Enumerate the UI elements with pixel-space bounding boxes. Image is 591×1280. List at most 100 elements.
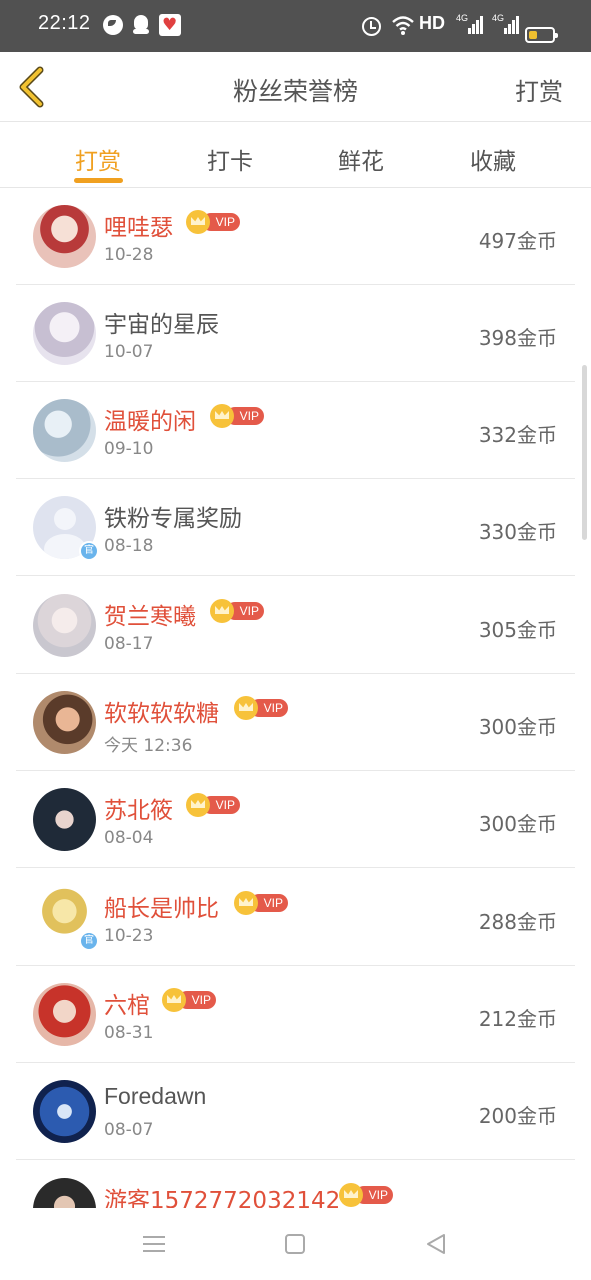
fan-name: 贺兰寒曦 <box>104 604 196 630</box>
divider <box>16 575 575 576</box>
vip-badge: VIP <box>234 696 288 720</box>
avatar[interactable] <box>33 1080 96 1143</box>
fan-name: 六棺 <box>104 993 150 1019</box>
fan-coins: 288金币 <box>478 910 557 934</box>
fan-coins: 200金币 <box>478 1104 557 1128</box>
fan-date: 08-18 <box>104 536 154 556</box>
system-nav-bar <box>0 1208 591 1280</box>
back-triangle-icon[interactable] <box>425 1233 447 1255</box>
fan-date: 09-10 <box>104 439 154 459</box>
official-badge: 官 <box>79 541 99 561</box>
crown-icon <box>339 1183 363 1207</box>
vip-badge: VIP <box>186 793 240 817</box>
list-item[interactable]: 贺兰寒曦 VIP 08-17 305金币 <box>0 577 591 674</box>
signal-icon-2: 4G <box>492 13 519 37</box>
crown-icon <box>162 988 186 1012</box>
list-item[interactable]: 官 船长是帅比 VIP 10-23 288金币 <box>0 869 591 966</box>
list-item[interactable]: 温暖的闲 VIP 09-10 332金币 <box>0 382 591 479</box>
signal-icon: 4G <box>456 13 483 37</box>
vip-badge: VIP <box>234 891 288 915</box>
list-item[interactable]: 官 铁粉专属奖励 08-18 330金币 <box>0 479 591 576</box>
fan-date: 08-31 <box>104 1023 154 1043</box>
network-type-2: 4G <box>492 13 505 23</box>
fan-coins: 300金币 <box>478 812 557 836</box>
fan-list: 哩哇瑟 VIP 10-28 497金币 宇宙的星辰 10-07 398金币 温暖… <box>0 188 591 1208</box>
avatar[interactable] <box>33 302 96 365</box>
fan-coins: 497金币 <box>478 229 557 253</box>
wifi-icon <box>391 14 415 36</box>
vip-badge: VIP <box>186 210 240 234</box>
crown-icon <box>210 404 234 428</box>
fan-coins: 300金币 <box>478 715 557 739</box>
fan-name: 温暖的闲 <box>104 409 196 435</box>
list-item[interactable]: 宇宙的星辰 10-07 398金币 <box>0 285 591 382</box>
avatar[interactable] <box>33 983 96 1046</box>
list-item[interactable]: 六棺 VIP 08-31 212金币 <box>0 966 591 1063</box>
qq-icon <box>133 15 149 35</box>
fan-date: 10-07 <box>104 342 154 362</box>
list-item[interactable]: 哩哇瑟 VIP 10-28 497金币 <box>0 188 591 285</box>
crown-icon <box>186 793 210 817</box>
reward-button[interactable]: 打赏 <box>515 72 563 107</box>
fan-coins: 305金币 <box>478 618 557 642</box>
fan-name: 游客1572772032142 <box>104 1188 341 1208</box>
list-item[interactable]: 游客1572772032142 VIP <box>0 1161 591 1208</box>
fan-name: 苏北筱 <box>104 798 173 824</box>
fan-coins: 212金币 <box>478 1007 557 1031</box>
tab-checkin[interactable]: 打卡 <box>190 142 270 176</box>
list-item[interactable]: Foredawn 08-07 200金币 <box>0 1063 591 1160</box>
battery-icon <box>525 27 558 43</box>
fan-name: 哩哇瑟 <box>104 215 173 241</box>
fan-name: Foredawn <box>104 1083 207 1109</box>
alarm-icon <box>362 17 381 36</box>
avatar[interactable] <box>33 1178 96 1208</box>
active-tab-indicator <box>74 178 123 183</box>
fan-name: 宇宙的星辰 <box>104 312 219 338</box>
fan-date: 今天 12:36 <box>104 736 193 756</box>
vip-badge: VIP <box>339 1183 393 1207</box>
fan-date: 08-04 <box>104 828 154 848</box>
list-item[interactable]: 软软软软糖 VIP 今天 12:36 300金币 <box>0 674 591 771</box>
fan-date: 08-07 <box>104 1120 154 1140</box>
fan-name: 铁粉专属奖励 <box>104 506 242 532</box>
fan-name: 软软软软糖 <box>104 701 219 727</box>
fan-name: 船长是帅比 <box>104 896 219 922</box>
globe-icon <box>103 15 123 35</box>
fan-coins: 330金币 <box>478 520 557 544</box>
fan-date: 10-23 <box>104 926 154 946</box>
list-item[interactable]: 苏北筱 VIP 08-04 300金币 <box>0 771 591 868</box>
page-title: 粉丝荣誉榜 <box>232 77 358 106</box>
avatar[interactable] <box>33 205 96 268</box>
crown-icon <box>186 210 210 234</box>
fan-coins: 398金币 <box>478 326 557 350</box>
tab-reward[interactable]: 打赏 <box>58 142 138 176</box>
tab-flowers[interactable]: 鲜花 <box>321 142 401 176</box>
hd-label: HD <box>419 13 445 33</box>
crown-icon <box>234 696 258 720</box>
official-badge: 官 <box>79 931 99 951</box>
fan-coins: 332金币 <box>478 423 557 447</box>
status-time: 22:12 <box>38 12 91 34</box>
divider <box>16 867 575 868</box>
menu-icon[interactable] <box>143 1234 165 1254</box>
vip-badge: VIP <box>162 988 216 1012</box>
vip-badge: VIP <box>210 599 264 623</box>
avatar[interactable] <box>33 399 96 462</box>
network-type: 4G <box>456 13 469 23</box>
avatar[interactable] <box>33 691 96 754</box>
crown-icon <box>210 599 234 623</box>
header: 粉丝荣誉榜 打赏 <box>0 52 591 122</box>
crown-icon <box>234 891 258 915</box>
fan-date: 08-17 <box>104 634 154 654</box>
tab-favorites[interactable]: 收藏 <box>453 142 533 176</box>
avatar[interactable] <box>33 788 96 851</box>
avatar[interactable] <box>33 594 96 657</box>
scrollbar[interactable] <box>582 365 587 540</box>
divider <box>16 1159 575 1160</box>
tab-bar: 打赏 打卡 鲜花 收藏 <box>0 122 591 188</box>
heart-app-icon <box>159 14 181 36</box>
vip-badge: VIP <box>210 404 264 428</box>
home-icon[interactable] <box>285 1234 305 1254</box>
fan-date: 10-28 <box>104 245 154 265</box>
status-bar: 22:12 HD 4G 4G <box>0 0 591 52</box>
